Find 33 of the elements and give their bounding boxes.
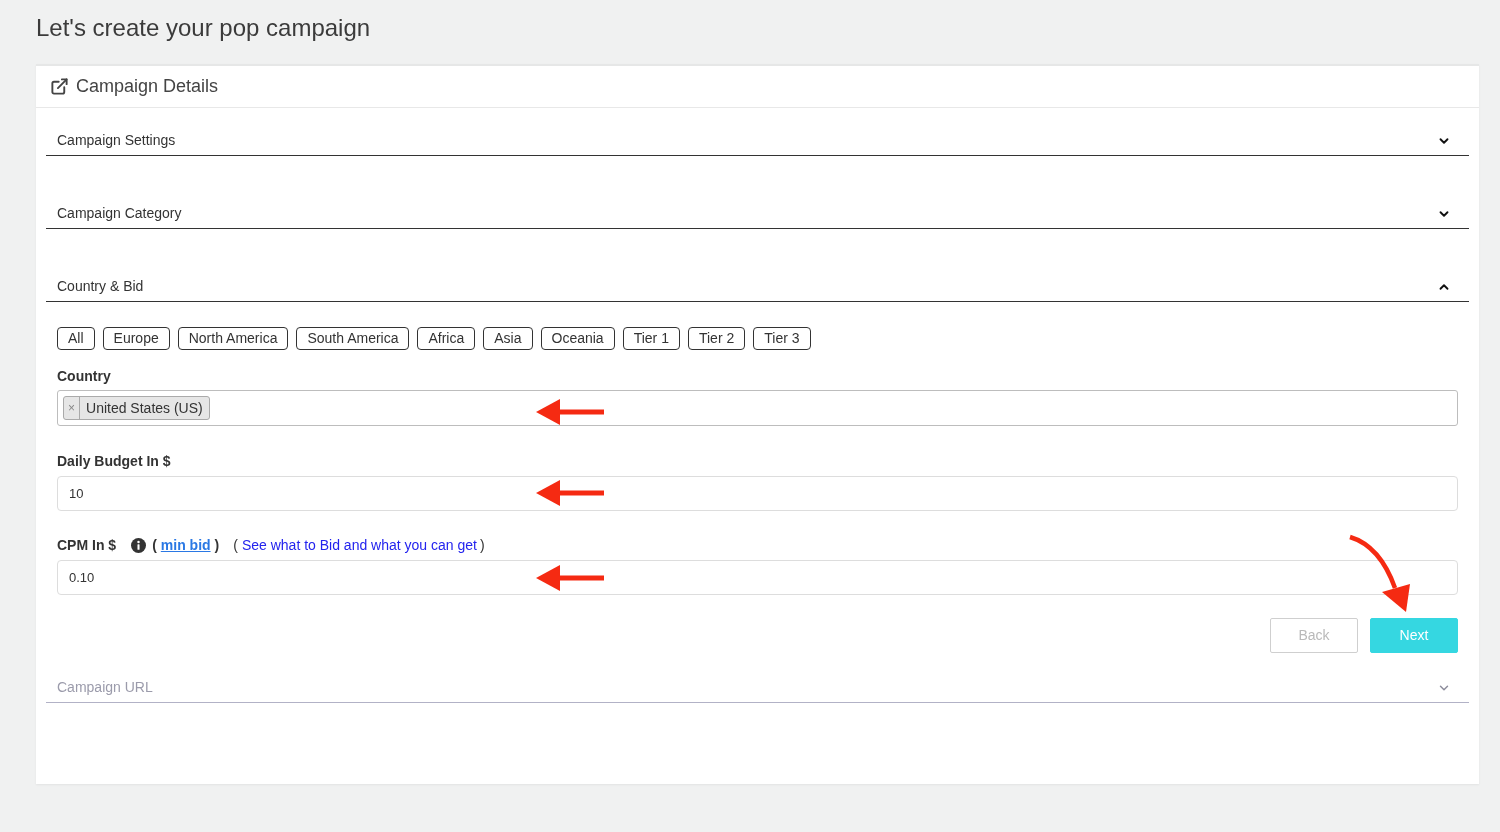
parenthesis-text: ( <box>233 535 238 555</box>
region-filter-chip[interactable]: Tier 1 <box>622 327 680 350</box>
info-icon[interactable] <box>131 537 147 553</box>
accordion-header[interactable]: Country & Bid <box>46 272 1469 302</box>
accordion-header[interactable]: Campaign Settings <box>46 126 1469 156</box>
arrow-annotation <box>536 565 604 591</box>
region-filter-chip[interactable]: Asia <box>483 327 533 350</box>
parenthesis-text: ) <box>214 535 220 555</box>
card-title: Campaign Details <box>76 75 219 98</box>
region-filter-chip[interactable]: Africa <box>417 327 476 350</box>
region-filter-chip[interactable]: All <box>57 327 95 350</box>
page-title: Let's create your pop campaign <box>36 13 372 43</box>
region-filter-chip[interactable]: Europe <box>102 327 170 350</box>
country-select-field[interactable]: × United States (US) <box>57 390 1458 426</box>
parenthesis-text: ( <box>152 535 157 555</box>
field-label: CPM In $ <box>57 535 117 555</box>
external-link-icon <box>50 77 69 96</box>
bid-guide-link[interactable]: See what to Bid and what you can get <box>241 534 477 556</box>
min-bid-link[interactable]: min bid <box>160 534 211 556</box>
arrow-annotation <box>536 399 604 425</box>
region-filter-chip[interactable]: Tier 2 <box>687 327 746 350</box>
arrow-annotation <box>536 480 604 506</box>
cpm-input[interactable]: 0.10 <box>57 560 1458 595</box>
field-label: Country <box>57 368 112 384</box>
region-filter-chip[interactable]: Tier 3 <box>753 327 811 350</box>
field-label: Daily Budget In $ <box>57 453 172 469</box>
parenthesis-text: ) <box>479 535 485 555</box>
region-filter-chip[interactable]: South America <box>296 327 410 350</box>
region-filter-chip[interactable]: Oceania <box>540 327 615 350</box>
tag-label: United States (US) <box>85 398 204 418</box>
daily-budget-input[interactable]: 10 <box>57 476 1458 511</box>
region-filter-chip[interactable]: North America <box>177 327 289 350</box>
accordion-header[interactable]: Campaign Category <box>46 199 1469 229</box>
